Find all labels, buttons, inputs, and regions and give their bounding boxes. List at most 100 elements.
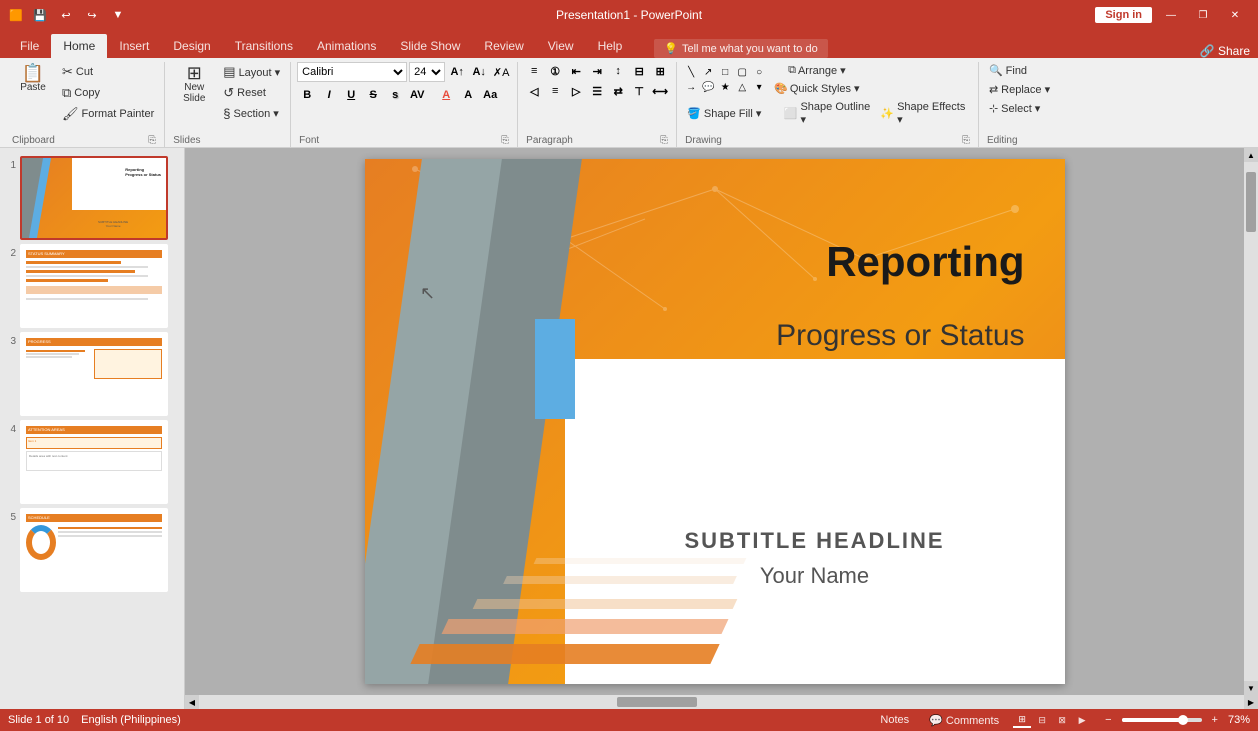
slide-name[interactable]: Your Name xyxy=(605,563,1025,589)
copy-button[interactable]: ⧉Copy xyxy=(58,83,158,103)
tab-review[interactable]: Review xyxy=(472,34,535,58)
tab-insert[interactable]: Insert xyxy=(107,34,161,58)
font-size-select[interactable]: 24 xyxy=(409,62,445,82)
font-name-select[interactable]: Calibri xyxy=(297,62,407,82)
slide-thumb-2[interactable]: 2 STATUS SUMMARY xyxy=(4,244,180,328)
shape-triangle[interactable]: △ xyxy=(734,80,750,94)
section-button[interactable]: §Section ▾ xyxy=(219,104,284,123)
char-spacing-button[interactable]: AV xyxy=(407,86,427,104)
format-painter-button[interactable]: 🖌Format Painter xyxy=(58,104,158,124)
redo-button[interactable]: ↪ xyxy=(82,5,102,25)
shape-round-rect[interactable]: ▢ xyxy=(734,65,750,79)
font-color-button[interactable]: A xyxy=(436,86,456,104)
italic-button[interactable]: I xyxy=(319,86,339,104)
h-scroll-track[interactable] xyxy=(199,695,1244,709)
restore-button[interactable]: ❐ xyxy=(1188,5,1218,25)
shape-star[interactable]: ★ xyxy=(717,80,733,94)
increase-size-button[interactable]: A↑ xyxy=(447,63,467,81)
slide-thumb-5[interactable]: 5 SCHEDULE xyxy=(4,508,180,592)
underline-button[interactable]: U xyxy=(341,86,361,104)
slide-sorter-button[interactable]: ⊟ xyxy=(1033,712,1051,728)
bullet-list-button[interactable]: ≡ xyxy=(524,62,544,80)
align-right-button[interactable]: ▷ xyxy=(566,82,586,100)
convert-button[interactable]: ⟷ xyxy=(650,82,670,100)
canvas-area[interactable]: ↖ xyxy=(185,148,1244,695)
scroll-thumb[interactable] xyxy=(1246,172,1256,232)
horizontal-scrollbar[interactable]: ◀ ▶ xyxy=(185,695,1258,709)
replace-button[interactable]: ⇄ Replace ▾ xyxy=(985,81,1054,98)
zoom-thumb[interactable] xyxy=(1178,715,1188,725)
zoom-out-button[interactable]: − xyxy=(1099,714,1117,726)
normal-view-button[interactable]: ⊞ xyxy=(1013,712,1031,728)
quick-styles-button[interactable]: 🎨 Quick Styles ▾ xyxy=(772,80,861,97)
comments-button[interactable]: 💬 Comments xyxy=(923,714,1005,727)
bold-button[interactable]: B xyxy=(297,86,317,104)
save-button[interactable]: 💾 xyxy=(30,5,50,25)
highlight-color-button[interactable]: A xyxy=(458,86,478,104)
slide-title[interactable]: Reporting xyxy=(826,239,1024,285)
shape-effects-button[interactable]: ✨ Shape Effects ▾ xyxy=(876,99,972,128)
font-expand-icon[interactable]: ⎘ xyxy=(501,135,509,146)
shape-arrow[interactable]: ↗ xyxy=(700,65,716,79)
customize-button[interactable]: ▼ xyxy=(108,5,128,25)
columns-button[interactable]: ⊟ xyxy=(629,62,649,80)
shadow-button[interactable]: s xyxy=(385,86,405,104)
shape-rect[interactable]: □ xyxy=(717,65,733,79)
shape-outline-button[interactable]: ⬜ Shape Outline ▾ xyxy=(780,99,876,128)
tab-file[interactable]: File xyxy=(8,34,51,58)
minimize-button[interactable]: — xyxy=(1156,5,1186,25)
slide-thumb-1[interactable]: 1 ReportingProgress or Status SUBTITLE H… xyxy=(4,156,180,240)
align-center-button[interactable]: ≡ xyxy=(545,82,565,100)
tell-me-input[interactable]: 💡 Tell me what you want to do xyxy=(654,39,827,58)
align-text-button[interactable]: ⊤ xyxy=(629,82,649,100)
shape-callout[interactable]: 💬 xyxy=(700,80,716,94)
arrange-button[interactable]: ⧉ Arrange ▾ xyxy=(772,62,861,79)
zoom-slider[interactable] xyxy=(1122,718,1202,722)
smartart-button[interactable]: ⊞ xyxy=(650,62,670,80)
sign-in-button[interactable]: Sign in xyxy=(1095,7,1152,23)
align-left-button[interactable]: ◁ xyxy=(524,82,544,100)
reset-button[interactable]: ↺Reset xyxy=(219,83,284,103)
slide-thumb-4[interactable]: 4 ATTENTION AREAS Item 1 Details area wi… xyxy=(4,420,180,504)
decrease-size-button[interactable]: A↓ xyxy=(469,63,489,81)
text-direction-button[interactable]: ⇄ xyxy=(608,82,628,100)
scroll-left-button[interactable]: ◀ xyxy=(185,695,199,709)
slide-headline[interactable]: SUBTITLE HEADLINE xyxy=(605,528,1025,554)
reading-view-button[interactable]: ⊠ xyxy=(1053,712,1071,728)
main-slide[interactable]: Reporting Progress or Status SUBTITLE HE… xyxy=(365,159,1065,684)
tab-slideshow[interactable]: Slide Show xyxy=(388,34,472,58)
undo-button[interactable]: ↩ xyxy=(56,5,76,25)
line-spacing-button[interactable]: ↕ xyxy=(608,62,628,80)
tab-design[interactable]: Design xyxy=(161,34,222,58)
numbered-list-button[interactable]: ① xyxy=(545,62,565,80)
slide-thumb-3[interactable]: 3 PROGRESS xyxy=(4,332,180,416)
tab-transitions[interactable]: Transitions xyxy=(223,34,305,58)
find-button[interactable]: 🔍 Find xyxy=(985,62,1054,79)
select-button[interactable]: ⊹ Select ▾ xyxy=(985,100,1054,117)
tab-animations[interactable]: Animations xyxy=(305,34,388,58)
shape-more[interactable]: ▾ xyxy=(751,80,767,94)
increase-indent-button[interactable]: ⇥ xyxy=(587,62,607,80)
new-slide-button[interactable]: ⊞ New Slide xyxy=(171,62,217,106)
tab-view[interactable]: View xyxy=(536,34,586,58)
shape-arrow-right[interactable]: → xyxy=(683,80,699,94)
scroll-right-button[interactable]: ▶ xyxy=(1244,695,1258,709)
scroll-down-button[interactable]: ▼ xyxy=(1244,681,1258,695)
layout-button[interactable]: ▤Layout ▾ xyxy=(219,62,284,82)
paste-button[interactable]: 📋 Paste xyxy=(10,62,56,95)
h-scroll-thumb[interactable] xyxy=(617,697,697,707)
shape-oval[interactable]: ○ xyxy=(751,65,767,79)
shape-line[interactable]: ╲ xyxy=(683,65,699,79)
cut-button[interactable]: ✂Cut xyxy=(58,62,158,82)
decrease-indent-button[interactable]: ⇤ xyxy=(566,62,586,80)
scroll-track[interactable] xyxy=(1244,162,1258,681)
notes-button[interactable]: Notes xyxy=(874,714,915,726)
shape-fill-button[interactable]: 🪣 Shape Fill ▾ xyxy=(683,105,779,122)
clipboard-expand-icon[interactable]: ⎘ xyxy=(148,135,156,146)
strikethrough-button[interactable]: S xyxy=(363,86,383,104)
zoom-in-button[interactable]: + xyxy=(1206,714,1224,726)
clear-format-button[interactable]: ✗A xyxy=(491,63,511,81)
share-button[interactable]: 🔗 Share xyxy=(1200,44,1250,58)
vertical-scrollbar[interactable]: ▲ ▼ xyxy=(1244,148,1258,695)
drawing-expand-icon[interactable]: ⎘ xyxy=(962,135,970,146)
